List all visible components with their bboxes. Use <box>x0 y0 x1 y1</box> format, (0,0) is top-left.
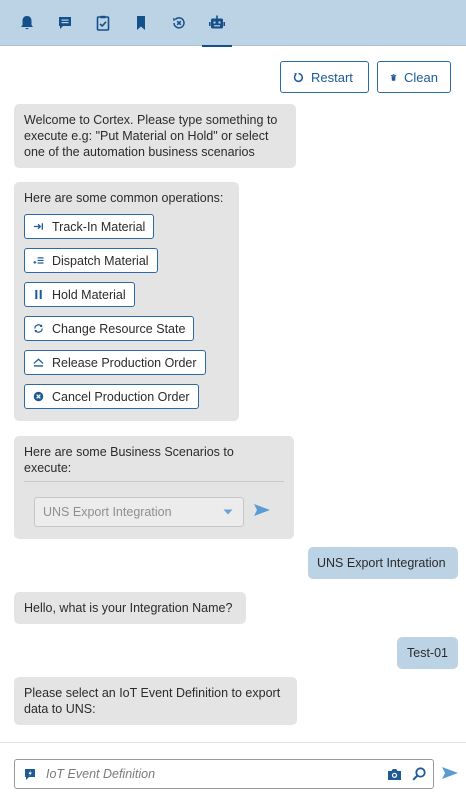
track-in-icon <box>33 223 43 230</box>
search-icon[interactable] <box>412 767 426 781</box>
trash-icon <box>390 73 397 81</box>
operations-title: Here are some common operations: <box>24 191 224 205</box>
eject-icon <box>33 358 44 367</box>
operation-label: Release Production Order <box>52 355 197 370</box>
send-button[interactable] <box>442 767 458 779</box>
ask-iot-event-message: Please select an IoT Event Definition to… <box>14 677 297 725</box>
user-message-text: UNS Export Integration <box>317 556 446 570</box>
iot-event-icon <box>25 768 35 780</box>
welcome-message: Welcome to Cortex. Please type something… <box>14 104 296 168</box>
change-resource-state-button[interactable]: Change Resource State <box>24 316 195 341</box>
bell-icon <box>21 16 33 30</box>
tab-assistant[interactable] <box>198 0 236 47</box>
welcome-text: Welcome to Cortex. Please type something… <box>24 113 278 159</box>
tab-notifications[interactable] <box>8 0 46 46</box>
bot-message-text: Please select an IoT Event Definition to… <box>24 686 281 716</box>
operation-label: Change Resource State <box>52 321 186 336</box>
restart-button[interactable]: Restart <box>280 61 369 93</box>
iot-event-input-field <box>14 759 434 789</box>
clean-button[interactable]: Clean <box>377 61 451 93</box>
user-message-scenario: UNS Export Integration <box>308 547 458 579</box>
hold-material-button[interactable]: Hold Material <box>24 282 135 307</box>
scenario-send-button[interactable] <box>254 504 270 520</box>
tab-chat[interactable] <box>46 0 84 46</box>
iot-event-input[interactable] <box>46 761 387 787</box>
scenarios-message: Here are some Business Scenarios to exec… <box>14 436 294 539</box>
dispatch-icon <box>33 257 44 264</box>
bot-message-text: Hello, what is your Integration Name? <box>24 601 233 615</box>
clean-label: Clean <box>404 69 438 85</box>
clipboard-check-icon <box>96 15 110 31</box>
scenario-select-value: UNS Export Integration <box>43 505 172 519</box>
chat-footer <box>0 742 466 798</box>
chat-panel: Restart Clean Welcome to Cortex. Please … <box>0 47 466 742</box>
message-icon <box>59 17 71 29</box>
release-production-order-button[interactable]: Release Production Order <box>24 350 206 375</box>
robot-icon <box>209 15 225 29</box>
restart-label: Restart <box>311 69 353 85</box>
operation-label: Track-In Material <box>52 219 146 234</box>
operation-label: Hold Material <box>52 287 126 302</box>
tab-tasks[interactable] <box>84 0 122 46</box>
top-tab-bar <box>0 0 466 47</box>
history-close-icon <box>173 17 185 29</box>
bookmark-icon <box>137 16 145 30</box>
chevron-down-icon <box>223 509 233 515</box>
track-in-material-button[interactable]: Track-In Material <box>24 214 155 239</box>
restart-icon <box>293 72 303 82</box>
operation-label: Dispatch Material <box>52 253 149 268</box>
dispatch-material-button[interactable]: Dispatch Material <box>24 248 158 273</box>
camera-icon[interactable] <box>387 768 402 781</box>
cancel-production-order-button[interactable]: Cancel Production Order <box>24 384 199 409</box>
scenario-select[interactable]: UNS Export Integration <box>34 497 244 527</box>
tab-history[interactable] <box>160 0 198 46</box>
refresh-icon <box>34 324 43 333</box>
tab-bookmarks[interactable] <box>122 0 160 46</box>
user-message-text: Test-01 <box>407 646 448 660</box>
user-message-integration-name: Test-01 <box>397 637 458 669</box>
cancel-circle-icon <box>33 391 44 402</box>
scenarios-title: Here are some Business Scenarios to exec… <box>24 444 284 482</box>
operations-message: Here are some common operations: Track-I… <box>14 182 239 421</box>
pause-icon <box>35 289 42 300</box>
send-icon <box>254 504 270 516</box>
ask-integration-name-message: Hello, what is your Integration Name? <box>14 592 246 624</box>
operation-label: Cancel Production Order <box>52 389 190 404</box>
